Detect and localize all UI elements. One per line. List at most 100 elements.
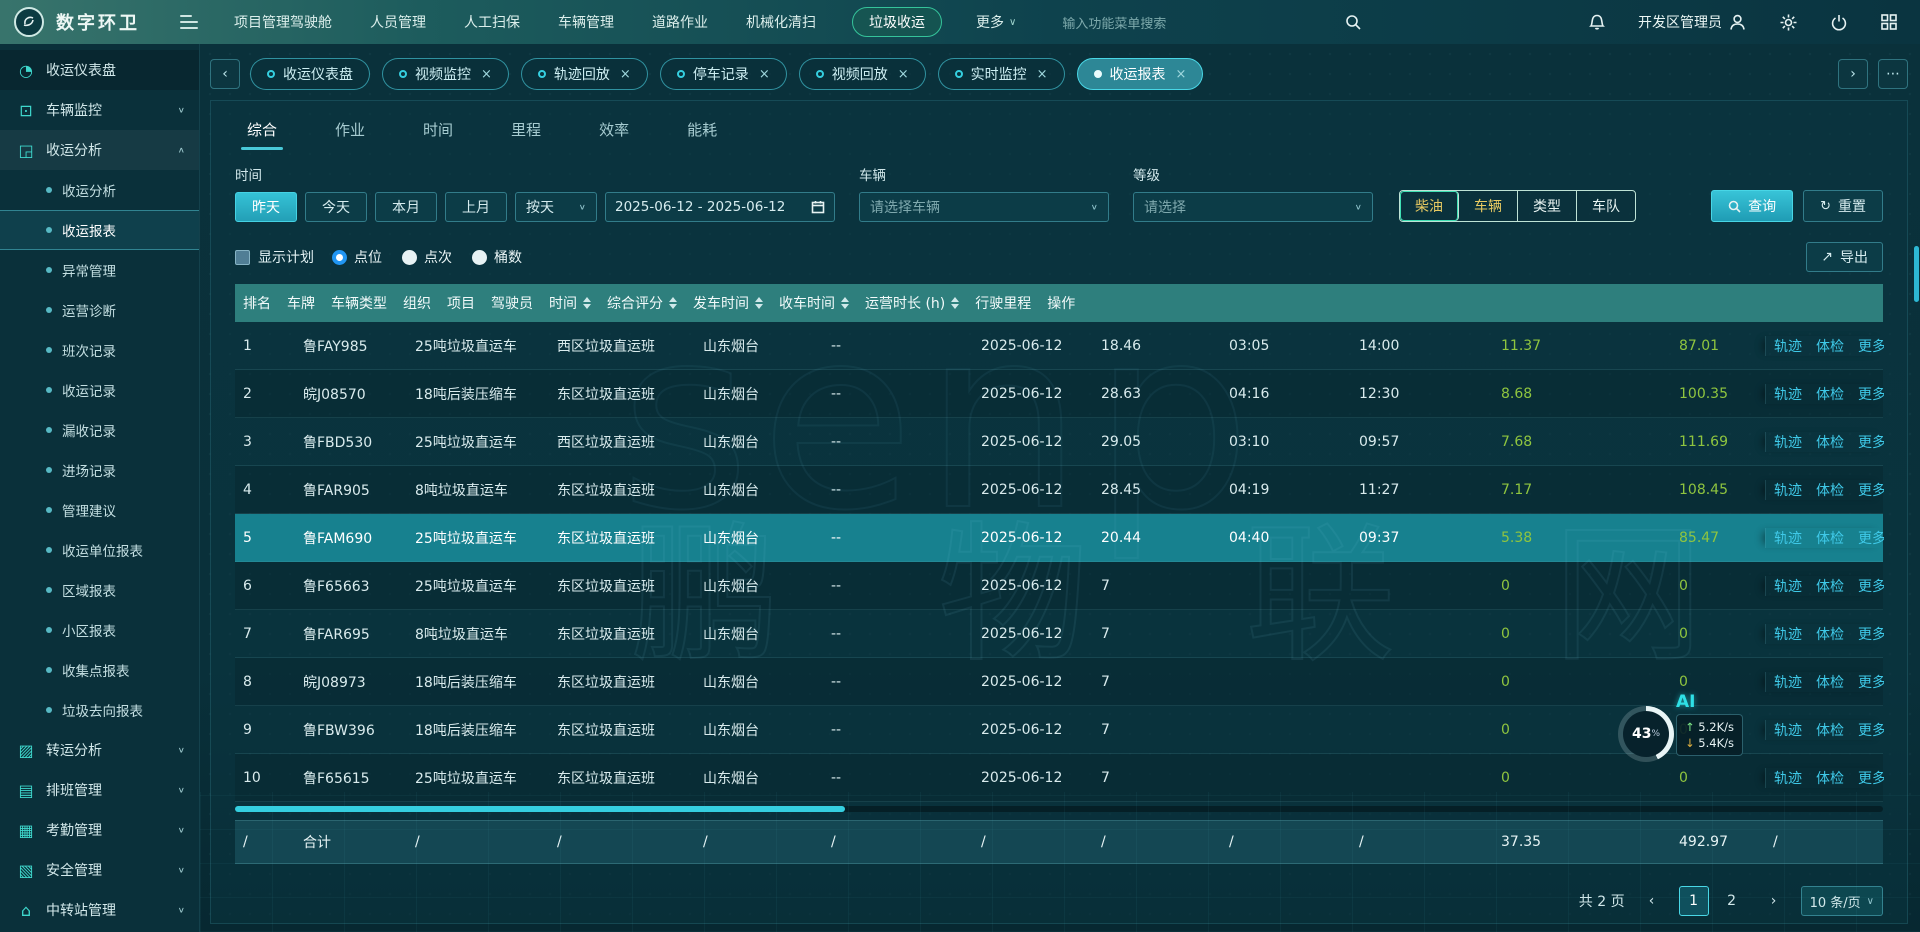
dimension-toggle[interactable]: 类型 [1518, 191, 1577, 221]
table-row[interactable]: 2 皖J08570 18吨后装压缩车 东区垃圾直运班 山东烟台 -- 2025-… [235, 370, 1883, 418]
sort-icon[interactable] [951, 297, 959, 309]
count-mode-radio[interactable]: 点次 [402, 247, 452, 267]
sidebar-item[interactable]: 异常管理 [0, 250, 199, 290]
more-label[interactable]: 更多 [976, 12, 1004, 32]
tab[interactable]: 视频回放 × [799, 58, 926, 90]
tab-close-icon[interactable]: × [898, 67, 909, 82]
table-horizontal-scrollbar[interactable] [235, 806, 1883, 812]
sidebar-item[interactable]: 收运单位报表 [0, 530, 199, 570]
table-row[interactable]: 6 鲁F65663 25吨垃圾直运车 东区垃圾直运班 山东烟台 -- 2025-… [235, 562, 1883, 610]
table-row[interactable]: 1 鲁FAY985 25吨垃圾直运车 西区垃圾直运班 山东烟台 -- 2025-… [235, 322, 1883, 370]
table-header-cell[interactable]: 收车时间 [771, 293, 857, 313]
table-header-cell[interactable]: 项目 [439, 293, 483, 313]
count-mode-radio[interactable]: 桶数 [472, 247, 522, 267]
inspection-link[interactable]: 体检 [1816, 768, 1844, 788]
table-header-cell[interactable]: 运营时长 (h) [857, 293, 967, 313]
track-link[interactable]: 轨迹 [1774, 432, 1802, 452]
sidebar-item[interactable]: 小区报表 [0, 610, 199, 650]
report-subtab[interactable]: 综合 [247, 119, 277, 150]
sidebar-item[interactable]: 区域报表 [0, 570, 199, 610]
inspection-link[interactable]: 体检 [1816, 720, 1844, 740]
cpu-gauge[interactable]: 43% [1618, 706, 1674, 762]
sort-icon[interactable] [755, 297, 763, 309]
report-subtab[interactable]: 能耗 [687, 119, 717, 150]
sidebar-item[interactable]: ◲ 收运分析 ∧ [0, 130, 199, 170]
inspection-link[interactable]: 体检 [1816, 384, 1844, 404]
vehicle-select[interactable]: 请选择车辆∨ [859, 192, 1109, 222]
sidebar-item[interactable]: 进场记录 [0, 450, 199, 490]
more-link[interactable]: 更多 [1858, 384, 1884, 404]
inspection-link[interactable]: 体检 [1816, 336, 1844, 356]
sidebar-item[interactable]: 收运记录 [0, 370, 199, 410]
dimension-toggle[interactable]: 车辆 [1459, 191, 1518, 221]
time-preset-button[interactable]: 昨天 [235, 192, 297, 222]
sort-icon[interactable] [841, 297, 849, 309]
tab[interactable]: 轨迹回放 × [521, 58, 648, 90]
top-nav-item[interactable]: 道路作业 [650, 8, 710, 36]
tab-more-button[interactable]: ⋯ [1878, 59, 1908, 89]
sidebar-item[interactable]: ⊡ 车辆监控 ∨ [0, 90, 199, 130]
export-button[interactable]: ↗ 导出 [1806, 242, 1883, 272]
inspection-link[interactable]: 体检 [1816, 672, 1844, 692]
sidebar-item[interactable]: 班次记录 [0, 330, 199, 370]
sidebar-item[interactable]: 漏收记录 [0, 410, 199, 450]
time-preset-button[interactable]: 本月 [375, 192, 437, 222]
more-link[interactable]: 更多 [1858, 336, 1884, 356]
show-plan-checkbox[interactable] [235, 250, 250, 265]
track-link[interactable]: 轨迹 [1774, 624, 1802, 644]
table-row[interactable]: 5 鲁FAM690 25吨垃圾直运车 东区垃圾直运班 山东烟台 -- 2025-… [235, 514, 1883, 562]
dimension-toggle[interactable]: 车队 [1577, 191, 1635, 221]
more-link[interactable]: 更多 [1858, 672, 1884, 692]
table-header-cell[interactable]: 时间 [541, 293, 599, 313]
scrollbar-thumb[interactable] [235, 806, 845, 812]
top-nav-item[interactable]: 人员管理 [368, 8, 428, 36]
inspection-link[interactable]: 体检 [1816, 528, 1844, 548]
tab-close-icon[interactable]: × [620, 67, 631, 82]
tab-close-icon[interactable]: × [481, 67, 492, 82]
sidebar-item[interactable]: 收集点报表 [0, 650, 199, 690]
sidebar-item[interactable]: ▨ 转运分析 ∨ [0, 730, 199, 770]
date-range-picker[interactable]: 2025-06-12 - 2025-06-12 [605, 192, 835, 222]
page-number-button[interactable]: 1 [1679, 886, 1709, 916]
dimension-toggle[interactable]: 柴油 [1400, 191, 1459, 221]
table-header-cell[interactable]: 排名 [235, 293, 279, 313]
page-vertical-scrollbar[interactable] [1914, 246, 1919, 302]
sidebar-item[interactable]: ⌂ 中转站管理 ∨ [0, 890, 199, 930]
search-icon[interactable] [1345, 14, 1362, 31]
tab-close-icon[interactable]: × [1037, 67, 1048, 82]
sidebar-item[interactable]: ▤ 排班管理 ∨ [0, 770, 199, 810]
report-subtab[interactable]: 里程 [511, 119, 541, 150]
power-icon[interactable] [1830, 13, 1848, 32]
table-row[interactable]: 3 鲁FBD530 25吨垃圾直运车 西区垃圾直运班 山东烟台 -- 2025-… [235, 418, 1883, 466]
sidebar-item[interactable]: 垃圾去向报表 [0, 690, 199, 730]
next-page-button[interactable]: › [1761, 888, 1787, 914]
sidebar-item[interactable]: ▧ 安全管理 ∨ [0, 850, 199, 890]
top-nav-item[interactable]: 垃圾收运 [852, 7, 942, 37]
table-header-cell[interactable]: 驾驶员 [483, 293, 541, 313]
track-link[interactable]: 轨迹 [1774, 480, 1802, 500]
inspection-link[interactable]: 体检 [1816, 480, 1844, 500]
query-button[interactable]: 查询 [1711, 190, 1793, 222]
sort-icon[interactable] [583, 297, 591, 309]
settings-gear-icon[interactable] [1779, 13, 1798, 32]
tab-scroll-right-button[interactable]: › [1838, 59, 1868, 89]
granularity-select[interactable]: 按天∨ [515, 192, 597, 222]
more-link[interactable]: 更多 [1858, 720, 1884, 740]
prev-page-button[interactable]: ‹ [1639, 888, 1665, 914]
track-link[interactable]: 轨迹 [1774, 336, 1802, 356]
level-select[interactable]: 请选择∨ [1133, 192, 1373, 222]
count-mode-radio[interactable]: 点位 [332, 247, 382, 267]
sort-icon[interactable] [669, 297, 677, 309]
time-preset-button[interactable]: 今天 [305, 192, 367, 222]
tab[interactable]: 收运仪表盘 [250, 58, 370, 90]
table-row[interactable]: 4 鲁FAR905 8吨垃圾直运车 东区垃圾直运班 山东烟台 -- 2025-0… [235, 466, 1883, 514]
more-link[interactable]: 更多 [1858, 768, 1884, 788]
sidebar-item[interactable]: 管理建议 [0, 490, 199, 530]
report-subtab[interactable]: 时间 [423, 119, 453, 150]
tab-close-icon[interactable]: × [759, 67, 770, 82]
tab[interactable]: 视频监控 × [382, 58, 509, 90]
inspection-link[interactable]: 体检 [1816, 624, 1844, 644]
top-nav-item[interactable]: 机械化清扫 [744, 8, 818, 36]
time-preset-button[interactable]: 上月 [445, 192, 507, 222]
net-speed-widget[interactable]: 43% AI ↑ 5.2K/s ↓ 5.4K/s [1618, 698, 1818, 778]
